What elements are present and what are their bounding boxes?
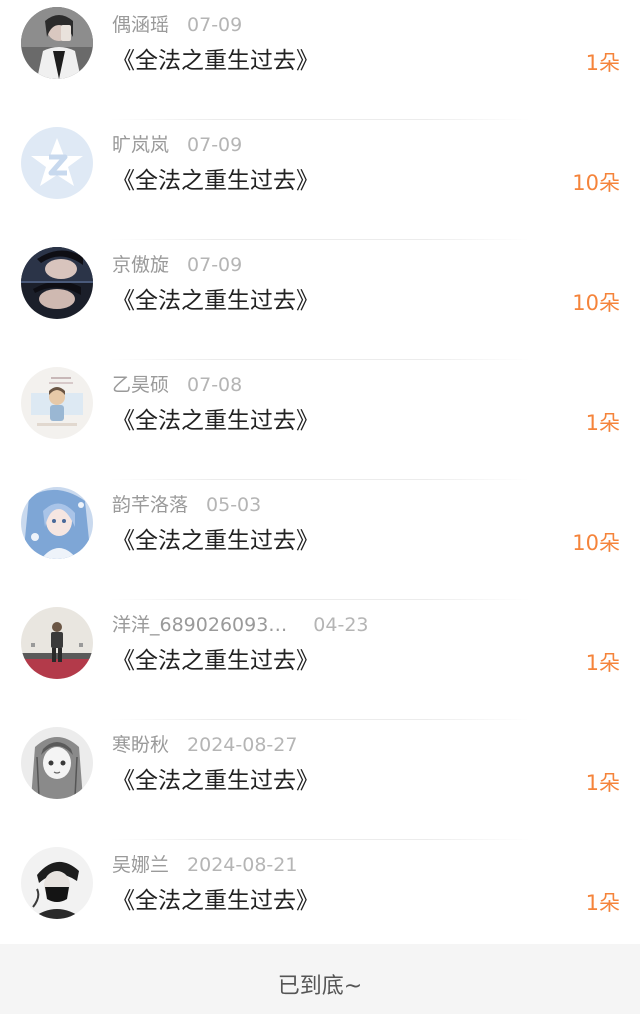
gift-amount: 1朵 xyxy=(585,891,620,915)
list-item[interactable]: 乙昊硕 07-08 《全法之重生过去》 1朵 xyxy=(0,360,640,480)
user-name[interactable]: 旷岚岚 xyxy=(112,134,169,156)
list-item[interactable]: 偶涵瑶 07-09 《全法之重生过去》 1朵 xyxy=(0,0,640,120)
gift-amount: 10朵 xyxy=(572,291,620,315)
user-avatar[interactable] xyxy=(21,607,93,679)
meta-line: 旷岚岚 07-09 xyxy=(112,130,242,160)
girl-photo-avatar-icon xyxy=(21,7,93,79)
gift-date: 2024-08-27 xyxy=(187,734,298,756)
user-name[interactable]: 韵芊洛落 xyxy=(112,494,188,516)
book-title[interactable]: 《全法之重生过去》 xyxy=(112,283,319,319)
list-item[interactable]: 吴娜兰 2024-08-21 《全法之重生过去》 1朵 xyxy=(0,840,640,960)
book-title[interactable]: 《全法之重生过去》 xyxy=(112,643,319,679)
user-name[interactable]: 洋洋_689026093… xyxy=(112,614,287,636)
book-title[interactable]: 《全法之重生过去》 xyxy=(112,163,319,199)
meta-line: 吴娜兰 2024-08-21 xyxy=(112,850,297,880)
gift-amount: 1朵 xyxy=(585,771,620,795)
user-avatar[interactable] xyxy=(21,7,93,79)
gift-record-list: 偶涵瑶 07-09 《全法之重生过去》 1朵 旷岚岚 07-09 《全法之重生过去》… xyxy=(0,0,640,944)
end-of-list-footer: 已到底~ xyxy=(0,944,640,1014)
user-name[interactable]: 京傲旋 xyxy=(112,254,169,276)
user-avatar[interactable] xyxy=(21,127,93,199)
user-avatar[interactable] xyxy=(21,487,93,559)
user-avatar[interactable] xyxy=(21,727,93,799)
user-name[interactable]: 吴娜兰 xyxy=(112,854,169,876)
gift-amount: 10朵 xyxy=(572,531,620,555)
user-avatar[interactable] xyxy=(21,247,93,319)
meta-line: 京傲旋 07-09 xyxy=(112,250,242,280)
list-item[interactable]: 寒盼秋 2024-08-27 《全法之重生过去》 1朵 xyxy=(0,720,640,840)
illustration-avatar-icon xyxy=(21,367,93,439)
meta-line: 偶涵瑶 07-09 xyxy=(112,10,242,40)
gift-date: 07-08 xyxy=(187,374,243,396)
user-avatar[interactable] xyxy=(21,847,93,919)
gift-amount: 1朵 xyxy=(585,51,620,75)
anime-girl-avatar-icon xyxy=(21,487,93,559)
book-title[interactable]: 《全法之重生过去》 xyxy=(112,523,319,559)
gift-date: 07-09 xyxy=(187,254,243,276)
gift-amount: 10朵 xyxy=(572,171,620,195)
user-avatar[interactable] xyxy=(21,367,93,439)
gift-date: 04-23 xyxy=(313,614,369,636)
gift-date: 07-09 xyxy=(187,134,243,156)
gift-date: 07-09 xyxy=(187,14,243,36)
user-name[interactable]: 乙昊硕 xyxy=(112,374,169,396)
sketch-girl-avatar-icon xyxy=(21,727,93,799)
meta-line: 寒盼秋 2024-08-27 xyxy=(112,730,297,760)
gift-amount: 1朵 xyxy=(585,651,620,675)
default-z-avatar-icon xyxy=(21,127,93,199)
book-title[interactable]: 《全法之重生过去》 xyxy=(112,883,319,919)
gift-date: 05-03 xyxy=(206,494,262,516)
user-name[interactable]: 偶涵瑶 xyxy=(112,14,169,36)
book-title[interactable]: 《全法之重生过去》 xyxy=(112,403,319,439)
list-item[interactable]: 京傲旋 07-09 《全法之重生过去》 10朵 xyxy=(0,240,640,360)
end-of-list-text: 已到底~ xyxy=(277,974,363,999)
user-name[interactable]: 寒盼秋 xyxy=(112,734,169,756)
gift-amount: 1朵 xyxy=(585,411,620,435)
couple-photo-avatar-icon xyxy=(21,247,93,319)
book-title[interactable]: 《全法之重生过去》 xyxy=(112,43,319,79)
meta-line: 洋洋_689026093… 04-23 xyxy=(112,610,369,640)
meta-line: 乙昊硕 07-08 xyxy=(112,370,242,400)
meta-line: 韵芊洛落 05-03 xyxy=(112,490,261,520)
list-item[interactable]: 洋洋_689026093… 04-23 《全法之重生过去》 1朵 xyxy=(0,600,640,720)
book-title[interactable]: 《全法之重生过去》 xyxy=(112,763,319,799)
gift-date: 2024-08-21 xyxy=(187,854,298,876)
list-item[interactable]: 韵芊洛落 05-03 《全法之重生过去》 10朵 xyxy=(0,480,640,600)
person-standing-avatar-icon xyxy=(21,607,93,679)
masked-man-avatar-icon xyxy=(21,847,93,919)
list-item[interactable]: 旷岚岚 07-09 《全法之重生过去》 10朵 xyxy=(0,120,640,240)
